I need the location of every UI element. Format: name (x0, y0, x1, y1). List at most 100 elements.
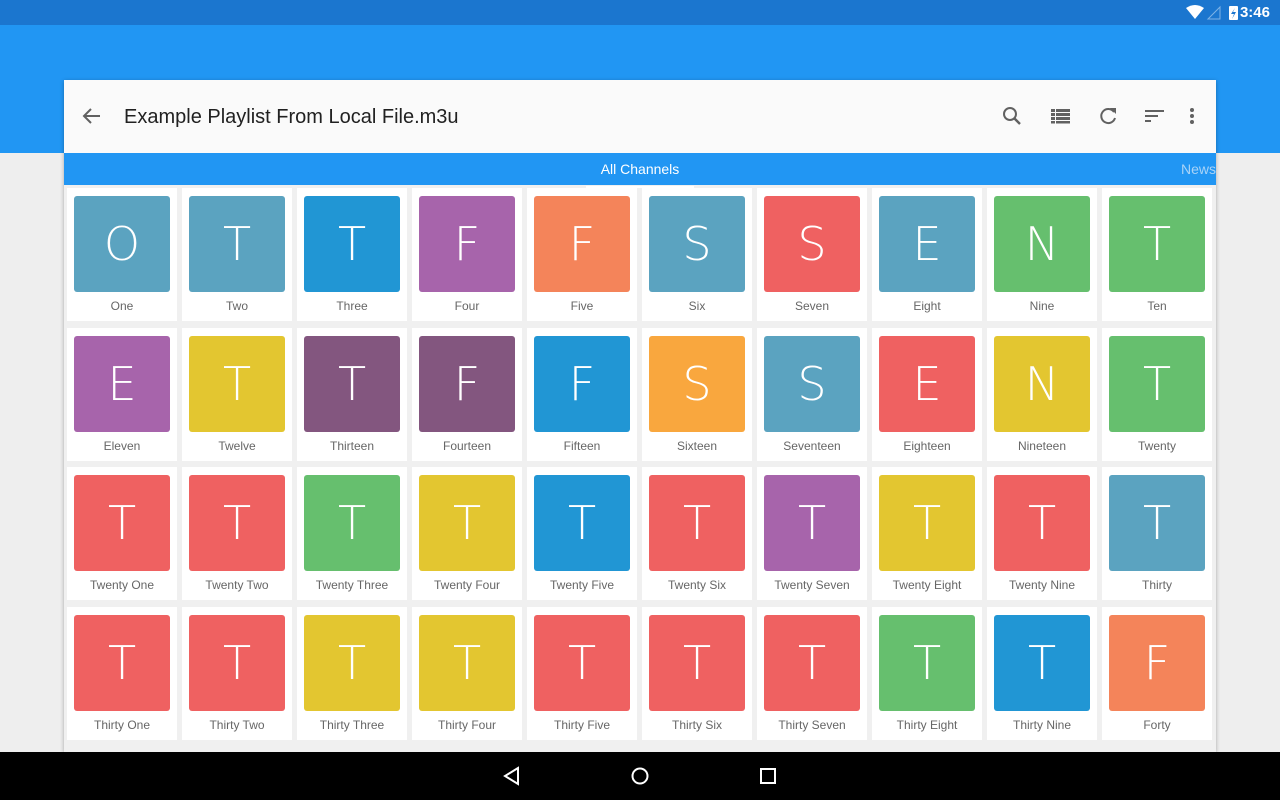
channel-logo: F (1109, 614, 1205, 711)
channel-logo: T (534, 614, 630, 711)
channel-item[interactable]: T Thirty Three (297, 606, 407, 740)
back-arrow-icon[interactable] (80, 104, 104, 128)
channel-item[interactable]: T Thirty Nine (987, 606, 1097, 740)
channel-item[interactable]: T Twenty Four (412, 467, 522, 601)
channel-item[interactable]: T Twenty One (67, 467, 177, 601)
channel-name: Eleven (103, 438, 141, 453)
channel-item[interactable]: S Seven (757, 188, 867, 321)
tab-all-channels[interactable]: All Channels (586, 161, 694, 188)
channel-item[interactable]: O One (67, 188, 177, 321)
channel-item[interactable]: T Thirty Four (412, 606, 522, 740)
channel-logo: T (764, 475, 860, 572)
channel-item[interactable]: T Thirty Seven (757, 606, 867, 740)
home-circle-icon[interactable] (630, 766, 650, 786)
channel-item[interactable]: T Thirteen (297, 327, 407, 461)
channel-item[interactable]: S Seventeen (757, 327, 867, 461)
channel-logo: T (1109, 475, 1205, 572)
channel-name: Twenty One (89, 578, 155, 593)
channel-name: Five (570, 299, 594, 313)
channel-logo: T (1109, 196, 1205, 292)
back-triangle-icon[interactable] (502, 766, 522, 786)
channel-logo: F (419, 335, 515, 432)
channel-item[interactable]: E Eight (872, 188, 982, 321)
channel-name: Nineteen (1017, 438, 1067, 453)
tab-bar: All Channels News (64, 153, 1216, 188)
list-view-icon[interactable] (1049, 104, 1073, 128)
channel-logo: T (189, 614, 285, 711)
channel-item[interactable]: F Forty (1102, 606, 1212, 740)
channel-name: Four (454, 299, 480, 313)
channel-logo: O (74, 196, 170, 292)
channel-item[interactable]: S Six (642, 188, 752, 321)
channel-name: Thirty Five (553, 717, 610, 732)
channel-name: Twenty (1137, 438, 1176, 453)
channel-item[interactable]: E Eighteen (872, 327, 982, 461)
channel-name: Three (336, 299, 368, 313)
channel-name: Sixteen (676, 438, 718, 453)
channel-name: Thirty Seven (778, 717, 846, 732)
channel-name: Thirty (1142, 578, 1172, 593)
channel-name: Thirteen (329, 438, 375, 453)
channel-item[interactable]: N Nine (987, 188, 1097, 321)
channel-name: Twenty Nine (1008, 578, 1076, 593)
channel-logo: N (994, 335, 1090, 432)
channel-name: Seventeen (783, 438, 841, 453)
channel-name: Six (688, 299, 706, 313)
more-vert-icon[interactable] (1180, 104, 1204, 128)
channel-name: Twenty Six (667, 578, 727, 593)
channel-item[interactable]: T Three (297, 188, 407, 321)
channel-name: Two (225, 299, 248, 313)
recents-square-icon[interactable] (758, 766, 778, 786)
channel-name: Forty (1143, 717, 1171, 732)
channel-item[interactable]: T Thirty Six (642, 606, 752, 740)
tab-news[interactable]: News (1181, 161, 1216, 177)
channel-name: Twenty Eight (892, 578, 962, 593)
channel-item[interactable]: T Thirty Two (182, 606, 292, 740)
channel-logo: T (764, 614, 860, 711)
search-icon[interactable] (1000, 104, 1024, 128)
channel-item[interactable]: T Twenty Nine (987, 467, 1097, 601)
channel-name: Thirty One (93, 717, 150, 732)
wifi-icon (1186, 5, 1204, 19)
channel-item[interactable]: F Four (412, 188, 522, 321)
sort-icon[interactable] (1143, 104, 1167, 128)
channel-item[interactable]: T Twenty Three (297, 467, 407, 601)
channel-logo: S (764, 335, 860, 432)
channel-item[interactable]: T Two (182, 188, 292, 321)
channel-item[interactable]: T Twenty Eight (872, 467, 982, 601)
channel-item[interactable]: S Sixteen (642, 327, 752, 461)
channel-logo: E (879, 196, 975, 292)
channel-item[interactable]: E Eleven (67, 327, 177, 461)
status-icons (1186, 5, 1238, 20)
channel-item[interactable]: T Thirty One (67, 606, 177, 740)
channel-logo: T (419, 475, 515, 572)
channel-logo: E (879, 335, 975, 432)
channel-item[interactable]: T Twelve (182, 327, 292, 461)
channel-item[interactable]: T Twenty Six (642, 467, 752, 601)
channel-grid: O One T Two T Three F Four F Five S Six S Seven E Eight… (67, 188, 1212, 740)
channel-name: Thirty Four (437, 717, 496, 732)
channel-name: Thirty Nine (1012, 717, 1071, 732)
channel-name: Fifteen (563, 438, 601, 453)
channel-item[interactable]: T Thirty (1102, 467, 1212, 601)
channel-logo: T (304, 475, 400, 572)
refresh-icon[interactable] (1096, 104, 1120, 128)
channel-name: One (110, 299, 134, 313)
channel-item[interactable]: F Fourteen (412, 327, 522, 461)
channel-item[interactable]: N Nineteen (987, 327, 1097, 461)
channel-item[interactable]: T Thirty Eight (872, 606, 982, 740)
channel-name: Twenty Seven (774, 578, 850, 593)
channel-item[interactable]: T Twenty Five (527, 467, 637, 601)
channel-item[interactable]: T Twenty Seven (757, 467, 867, 601)
channel-item[interactable]: T Twenty Two (182, 467, 292, 601)
channel-name: Thirty Six (671, 717, 722, 732)
channel-logo: T (649, 475, 745, 572)
channel-name: Fourteen (442, 438, 492, 453)
channel-logo: T (994, 475, 1090, 572)
channel-item[interactable]: T Thirty Five (527, 606, 637, 740)
channel-item[interactable]: F Five (527, 188, 637, 321)
channel-item[interactable]: T Twenty (1102, 327, 1212, 461)
channel-item[interactable]: F Fifteen (527, 327, 637, 461)
channel-logo: T (1109, 335, 1205, 432)
channel-item[interactable]: T Ten (1102, 188, 1212, 321)
